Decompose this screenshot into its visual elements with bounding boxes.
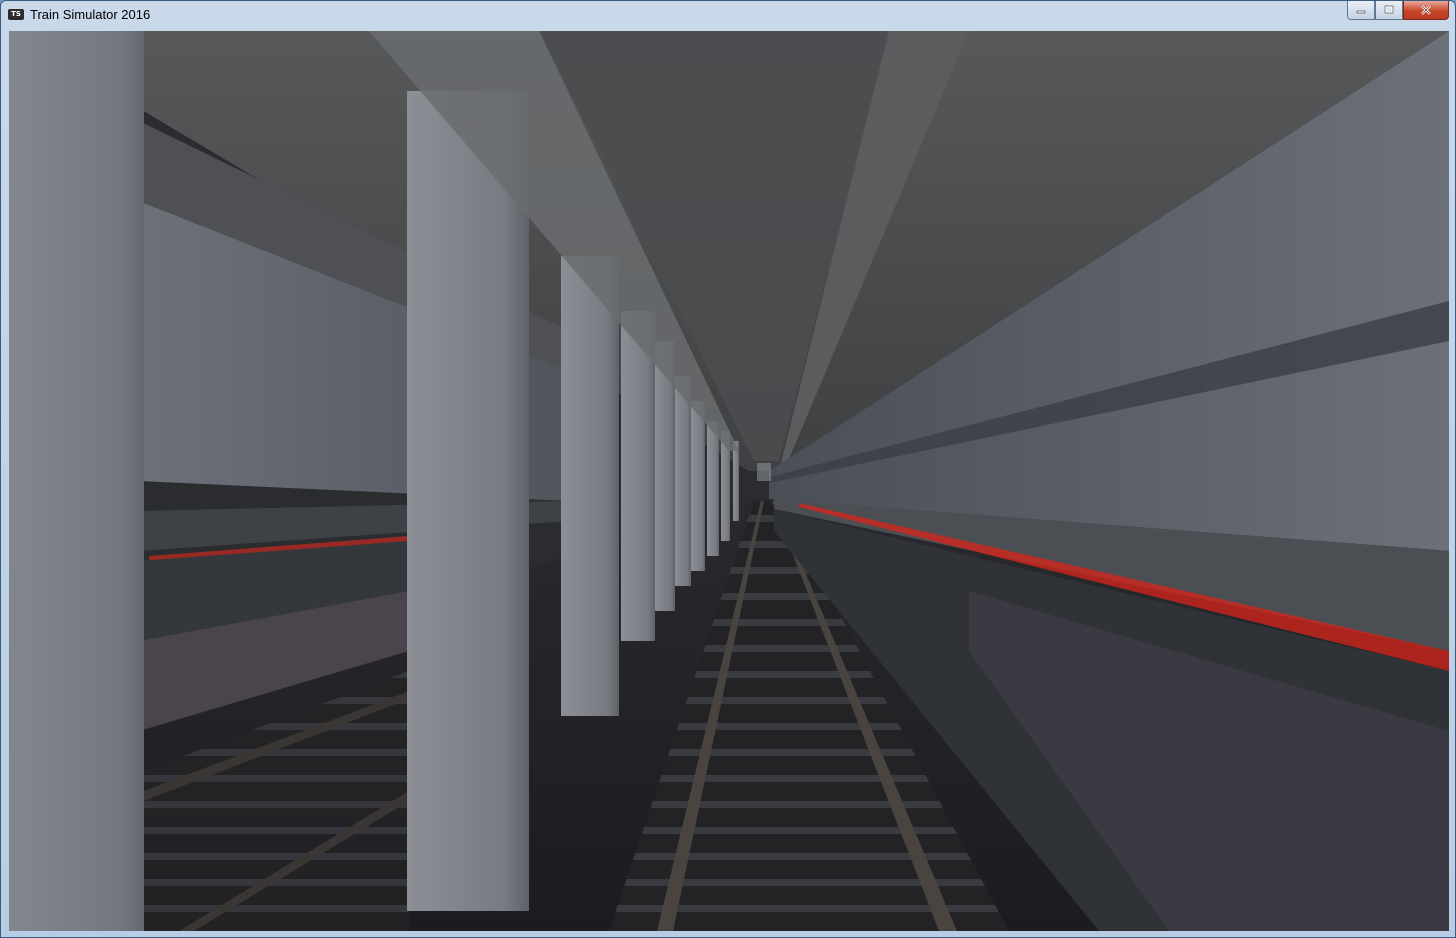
maximize-button[interactable] [1375,1,1403,20]
minimize-icon [1356,10,1366,14]
minimize-button[interactable] [1347,1,1375,20]
window-title: Train Simulator 2016 [30,7,151,22]
title-bar[interactable]: TS Train Simulator 2016 [1,1,1455,30]
app-window: TS Train Simulator 2016 [0,0,1456,938]
pillar [561,256,619,716]
close-icon [1421,5,1431,15]
pillar [673,376,691,586]
pillar-near [407,91,529,911]
pillar [707,421,719,556]
ts-app-icon[interactable]: TS [8,9,24,20]
tunnel-scene [9,31,1449,931]
pillar [733,441,739,521]
pillar [691,401,705,571]
game-viewport[interactable] [9,31,1449,931]
pillar [621,311,655,641]
maximize-icon [1384,5,1394,14]
close-button[interactable] [1403,1,1449,20]
window-controls [1347,1,1449,21]
